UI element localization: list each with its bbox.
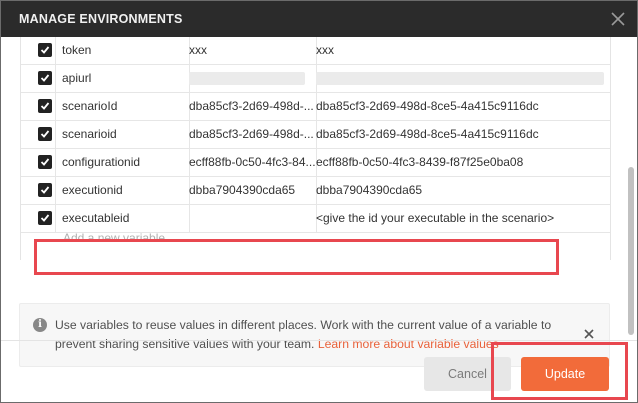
variable-current-value[interactable]: dba85cf3-2d69-498d-8ce5-4a415c9116dc xyxy=(310,93,610,120)
variable-initial-value[interactable]: dba85cf3-2d69-498d-... xyxy=(183,93,317,120)
variable-row: scenarioid dba85cf3-2d69-498d-... dba85cf3… xyxy=(21,121,610,149)
variable-initial-value[interactable]: dbba7904390cda65 xyxy=(183,177,317,204)
checkbox-cell xyxy=(21,65,56,92)
close-icon[interactable] xyxy=(609,10,627,28)
update-button[interactable]: Update xyxy=(521,357,609,391)
add-variable-input[interactable]: Add a new variable xyxy=(63,231,165,245)
variable-row: configurationid ecff88fb-0c50-4fc3-84... e… xyxy=(21,149,610,177)
variable-initial-value[interactable]: xxx xyxy=(183,37,317,64)
modal-header: MANAGE ENVIRONMENTS xyxy=(1,1,637,37)
variable-key[interactable]: configurationid xyxy=(56,149,190,176)
enable-checkbox[interactable] xyxy=(38,211,52,225)
variable-row: executableid <give the id your executable… xyxy=(21,205,610,233)
enable-checkbox[interactable] xyxy=(38,99,52,113)
variable-current-value[interactable]: ecff88fb-0c50-4fc3-8439-f87f25e0ba08 xyxy=(310,149,610,176)
variable-current-value[interactable]: xxx xyxy=(310,37,610,64)
variable-key[interactable]: apiurl xyxy=(56,65,190,92)
checkbox-cell xyxy=(21,149,56,176)
variable-key[interactable]: executableid xyxy=(56,205,190,232)
enable-checkbox[interactable] xyxy=(38,127,52,141)
enable-checkbox[interactable] xyxy=(38,43,52,57)
variable-current-value[interactable] xyxy=(310,65,610,92)
variable-key[interactable]: scenarioid xyxy=(56,121,190,148)
redacted-value xyxy=(189,72,305,85)
info-icon: i xyxy=(33,318,47,332)
variable-current-value[interactable]: dba85cf3-2d69-498d-8ce5-4a415c9116dc xyxy=(310,121,610,148)
checkbox-cell xyxy=(21,93,56,120)
variable-initial-value[interactable]: ecff88fb-0c50-4fc3-84... xyxy=(183,149,317,176)
enable-checkbox[interactable] xyxy=(38,155,52,169)
dismiss-info-close-icon[interactable] xyxy=(583,327,595,345)
checkbox-cell xyxy=(21,121,56,148)
checkbox-cell xyxy=(21,37,56,64)
modal-title: MANAGE ENVIRONMENTS xyxy=(19,12,183,26)
variable-initial-value[interactable] xyxy=(183,205,317,232)
variable-row: scenarioId dba85cf3-2d69-498d-... dba85cf3… xyxy=(21,93,610,121)
variable-row: apiurl xyxy=(21,65,610,93)
add-variable-row[interactable]: Add a new variable xyxy=(21,231,610,260)
scrollbar-thumb[interactable] xyxy=(628,167,634,335)
info-text: Use variables to reuse values in differe… xyxy=(55,316,555,354)
footer-divider xyxy=(1,340,637,341)
variables-table: token xxx xxx apiurl scenarioId dba85cf3-2d69… xyxy=(20,37,611,260)
modal-body: token xxx xxx apiurl scenarioId dba85cf3-2d69… xyxy=(1,37,637,367)
redacted-value xyxy=(316,72,604,85)
variable-current-value[interactable]: dbba7904390cda65 xyxy=(310,177,610,204)
manage-environments-modal: MANAGE ENVIRONMENTS token xxx xxx apiurl sce… xyxy=(0,0,638,403)
variable-key[interactable]: executionid xyxy=(56,177,190,204)
enable-checkbox[interactable] xyxy=(38,71,52,85)
variable-key[interactable]: token xyxy=(56,37,190,64)
variable-current-value[interactable]: <give the id your executable in the scen… xyxy=(310,205,610,232)
checkbox-cell xyxy=(21,177,56,204)
variable-initial-value[interactable] xyxy=(183,65,317,92)
variable-key[interactable]: scenarioId xyxy=(56,93,190,120)
checkbox-cell xyxy=(21,205,56,232)
variable-initial-value[interactable]: dba85cf3-2d69-498d-... xyxy=(183,121,317,148)
enable-checkbox[interactable] xyxy=(38,183,52,197)
cancel-button[interactable]: Cancel xyxy=(424,357,511,391)
scrollbar[interactable] xyxy=(627,37,635,340)
variable-row: executionid dbba7904390cda65 dbba7904390cd… xyxy=(21,177,610,205)
variable-row: token xxx xxx xyxy=(21,37,610,65)
